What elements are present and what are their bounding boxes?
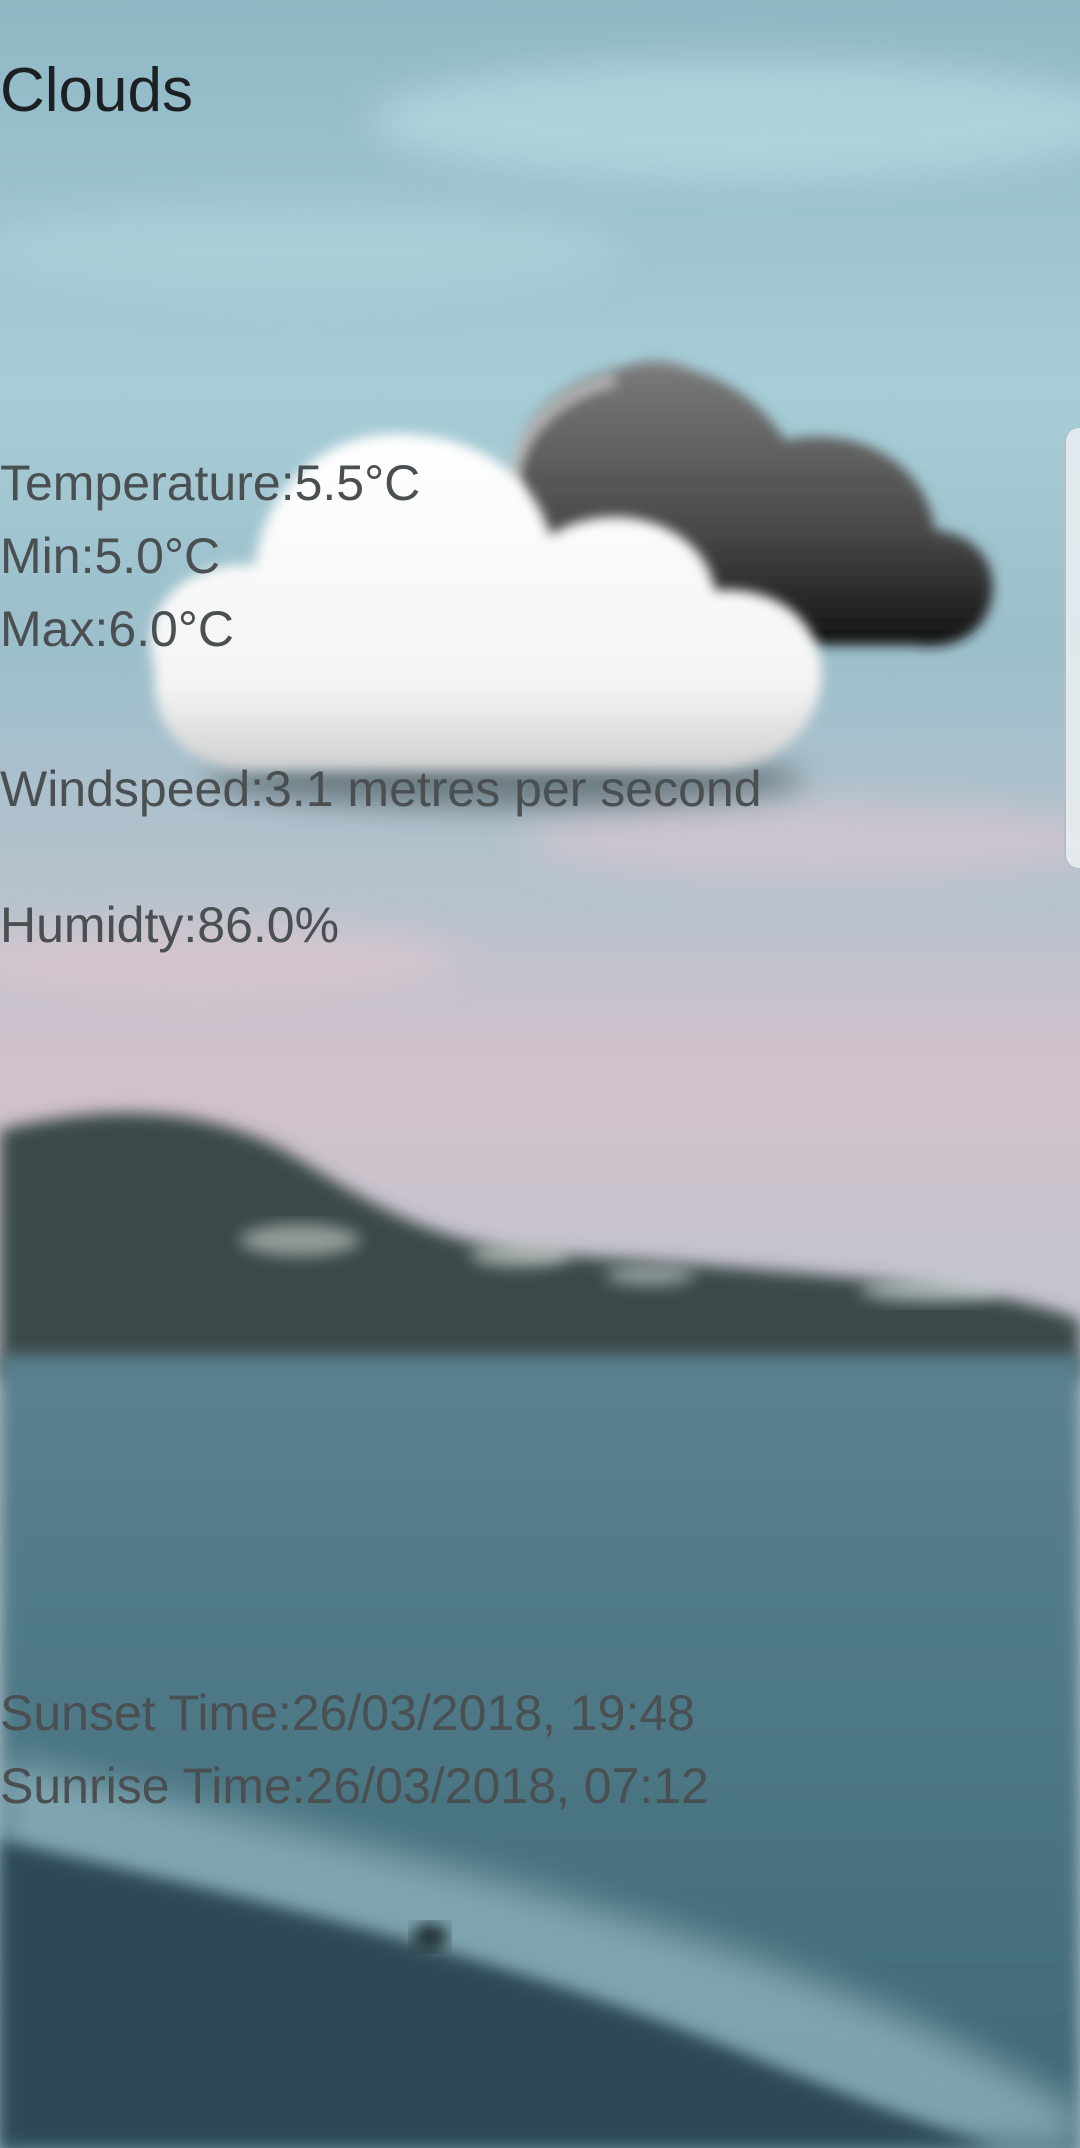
sunset-time-text: Sunset Time:26/03/2018, 19:48 [0, 1685, 695, 1741]
windspeed-text: Windspeed:3.1 metres per second [0, 761, 762, 817]
temperature-text: Temperature:5.5°C [0, 455, 421, 511]
edge-panel-handle[interactable] [1064, 428, 1080, 868]
sunrise-time-text: Sunrise Time:26/03/2018, 07:12 [0, 1758, 709, 1814]
background-photo [0, 0, 1080, 2148]
min-temperature-text: Min:5.0°C [0, 528, 221, 584]
weather-condition-title: Clouds [0, 56, 193, 125]
humidity-text: Humidty:86.0% [0, 897, 340, 953]
max-temperature-text: Max:6.0°C [0, 601, 234, 657]
